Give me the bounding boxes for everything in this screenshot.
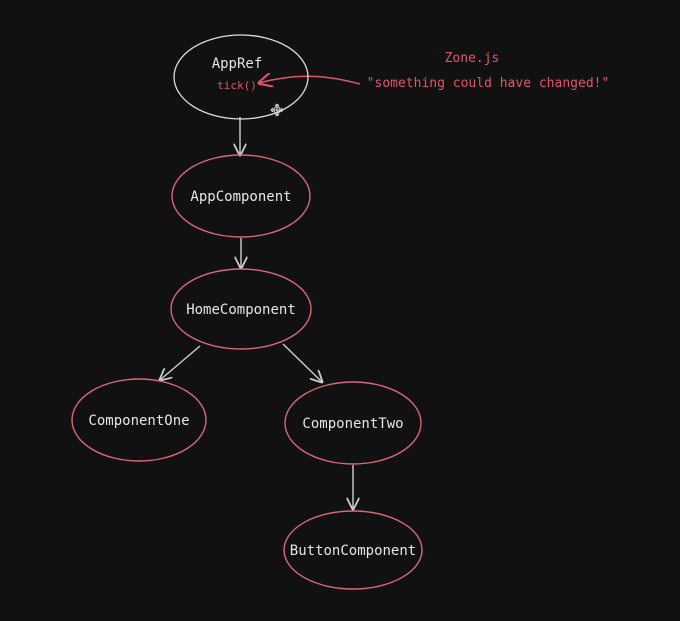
node-appref-label: AppRef	[212, 56, 263, 72]
node-componenttwo-label: ComponentTwo	[302, 416, 403, 432]
edge-homecomponent-componenttwo	[282, 343, 322, 382]
annotation-title: Zone.js	[445, 51, 500, 66]
annotation-quote: "something could have changed!"	[367, 76, 610, 91]
node-buttoncomponent[interactable]: ButtonComponent	[283, 510, 423, 590]
annotation-arrow	[259, 76, 361, 84]
node-appcomponent-label: AppComponent	[190, 189, 291, 205]
node-componentone[interactable]: ComponentOne	[71, 378, 207, 462]
node-appref-sub: tick()	[217, 79, 257, 92]
node-appcomponent[interactable]: AppComponent	[171, 154, 311, 238]
node-homecomponent[interactable]: HomeComponent	[170, 268, 312, 350]
component-tree-diagram: AppRef tick() AppComponent HomeComponent…	[71, 34, 610, 590]
node-componenttwo[interactable]: ComponentTwo	[284, 381, 422, 465]
node-buttoncomponent-label: ButtonComponent	[290, 543, 416, 559]
node-componentone-label: ComponentOne	[88, 413, 189, 429]
node-homecomponent-label: HomeComponent	[186, 302, 296, 318]
edge-homecomponent-componentone	[160, 345, 201, 380]
diagram-canvas: AppRef tick() AppComponent HomeComponent…	[0, 0, 680, 621]
